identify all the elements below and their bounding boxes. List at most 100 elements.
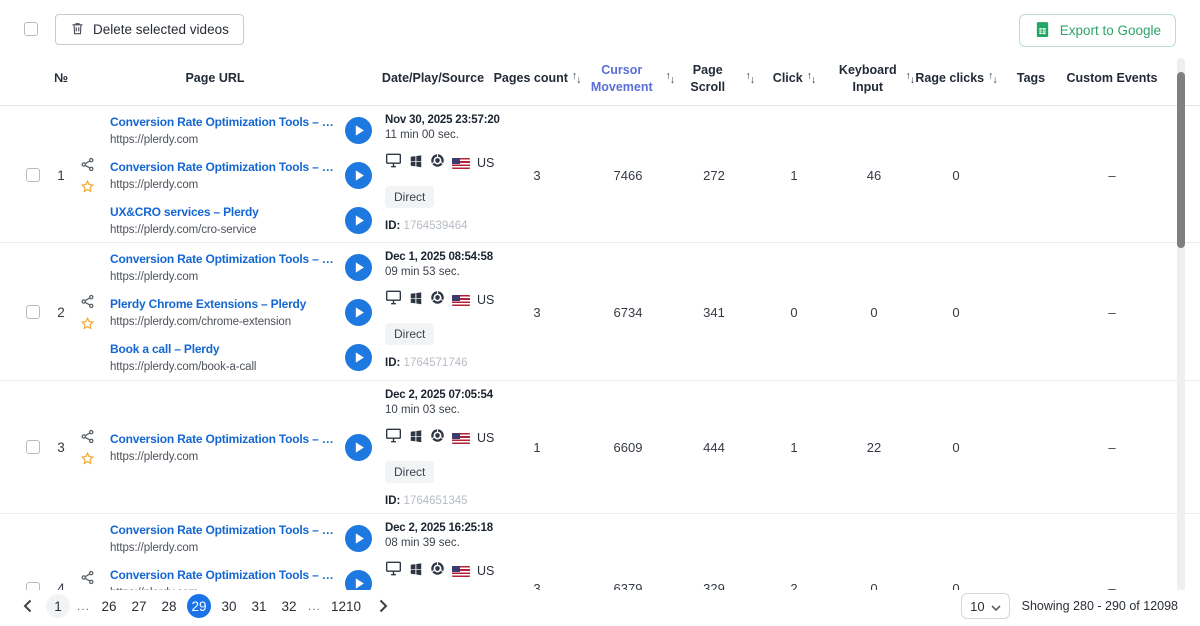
play-button[interactable] <box>345 117 372 144</box>
custom-events-value: – <box>1064 381 1160 513</box>
play-button[interactable] <box>345 299 372 326</box>
traffic-source-badge: Direct <box>385 186 434 208</box>
play-button[interactable] <box>345 434 372 461</box>
share-icon[interactable] <box>80 429 95 444</box>
device-desktop-icon <box>385 561 402 581</box>
play-button[interactable] <box>345 254 372 281</box>
video-sessions-page: Delete selected videos Export to Google … <box>0 0 1200 626</box>
page-link[interactable]: Conversion Rate Optimization Tools – Ple… <box>110 431 339 447</box>
play-button[interactable] <box>345 525 372 552</box>
page-button[interactable]: 28 <box>157 594 181 618</box>
share-icon[interactable] <box>80 294 95 309</box>
row-number: 3 <box>48 381 74 513</box>
export-to-google-button[interactable]: Export to Google <box>1019 14 1176 47</box>
play-button[interactable] <box>345 162 372 189</box>
previous-page-chevron[interactable] <box>16 595 38 617</box>
row-number: 1 <box>48 106 74 244</box>
page-button[interactable]: 1 <box>46 594 70 618</box>
star-icon[interactable] <box>80 316 95 331</box>
chevron-down-icon <box>991 599 1001 614</box>
ellipsis: ... <box>76 599 91 613</box>
page-size-select[interactable]: 10 <box>961 593 1009 619</box>
share-icon[interactable] <box>80 157 95 172</box>
table-row: 1 Conversion Rate Optimization Tools – P… <box>0 106 1200 243</box>
page-button[interactable]: 27 <box>127 594 151 618</box>
header-page-scroll[interactable]: Page Scroll↑↓ <box>674 52 754 105</box>
page-button[interactable]: 1210 <box>328 594 364 618</box>
page-link[interactable]: UX&CRO services – Plerdy <box>110 204 339 220</box>
page-entry: Plerdy Chrome Extensions – Plerdy https:/… <box>110 294 372 330</box>
sort-icon[interactable]: ↑↓ <box>746 73 755 84</box>
row-checkbox[interactable] <box>26 440 40 454</box>
header-rage-clicks[interactable]: Rage clicks↑↓ <box>914 52 998 105</box>
star-icon[interactable] <box>80 451 95 466</box>
us-flag-icon <box>452 158 470 169</box>
header-keyboard-input[interactable]: Keyboard Input↑↓ <box>834 52 914 105</box>
page-number-list: 1 ... 26 27 28 29 30 31 32 ... 1210 <box>46 594 364 618</box>
page-link[interactable]: Book a call – Plerdy <box>110 341 339 357</box>
device-desktop-icon <box>385 153 402 173</box>
sort-icon[interactable]: ↑↓ <box>807 73 816 84</box>
session-duration: 09 min 53 sec. <box>385 266 492 278</box>
header-pages-count[interactable]: Pages count↑↓ <box>492 52 582 105</box>
play-button[interactable] <box>345 344 372 371</box>
share-icon[interactable] <box>80 570 95 585</box>
tags-value <box>998 381 1064 513</box>
sort-icon[interactable]: ↑↓ <box>666 73 675 84</box>
page-link[interactable]: Conversion Rate Optimization Tools – Ple… <box>110 251 339 267</box>
page-button[interactable]: 32 <box>277 594 301 618</box>
session-duration: 08 min 39 sec. <box>385 537 492 549</box>
page-link[interactable]: Conversion Rate Optimization Tools – Ple… <box>110 522 339 538</box>
table-header: № Page URL Date/Play/Source Pages count↑… <box>0 52 1200 106</box>
page-url: https://plerdy.com/book-a-call <box>110 360 339 374</box>
page-url: https://plerdy.com/cro-service <box>110 223 339 237</box>
tags-value <box>998 106 1064 244</box>
page-entry: Conversion Rate Optimization Tools – Ple… <box>110 157 372 193</box>
page-scroll-value: 272 <box>674 106 754 244</box>
header-click[interactable]: Click↑↓ <box>754 52 834 105</box>
sort-icon[interactable]: ↑↓ <box>906 73 915 84</box>
session-meta: Dec 1, 2025 08:54:58 09 min 53 sec. US D… <box>374 243 492 381</box>
device-desktop-icon <box>385 290 402 310</box>
page-button[interactable]: 30 <box>217 594 241 618</box>
session-duration: 11 min 00 sec. <box>385 129 492 141</box>
page-link[interactable]: Plerdy Chrome Extensions – Plerdy <box>110 296 339 312</box>
sort-icon[interactable]: ↑↓ <box>572 73 581 84</box>
pages-count-value: 1 <box>492 381 582 513</box>
next-page-chevron[interactable] <box>372 595 394 617</box>
browser-chrome-icon <box>430 290 445 310</box>
google-sheets-icon <box>1034 21 1051 41</box>
page-url: https://plerdy.com <box>110 541 339 555</box>
page-button[interactable]: 31 <box>247 594 271 618</box>
header-checkbox-spacer <box>18 52 48 105</box>
page-url: https://plerdy.com/chrome-extension <box>110 315 339 329</box>
star-icon[interactable] <box>80 179 95 194</box>
current-page-button[interactable]: 29 <box>187 594 211 618</box>
page-entry: UX&CRO services – Plerdy https://plerdy.c… <box>110 202 372 238</box>
page-link[interactable]: Conversion Rate Optimization Tools – Ple… <box>110 159 339 175</box>
header-cursor-movement[interactable]: Cursor Movement↑↓ <box>582 52 674 105</box>
row-checkbox[interactable] <box>26 168 40 182</box>
select-all-checkbox[interactable] <box>24 22 38 36</box>
session-date: Dec 2, 2025 16:25:18 <box>385 522 492 534</box>
table-row: 3 Conversion Rate Optimization Tools – P… <box>0 381 1200 514</box>
page-size-value: 10 <box>970 599 984 614</box>
session-id-line: ID: 1764651345 <box>385 495 492 507</box>
scrollbar-thumb[interactable] <box>1177 72 1185 248</box>
page-entry: Book a call – Plerdy https://plerdy.com/b… <box>110 339 372 375</box>
row-checkbox[interactable] <box>26 305 40 319</box>
page-link[interactable]: Conversion Rate Optimization Tools – Ple… <box>110 567 339 583</box>
session-meta: Dec 2, 2025 07:05:54 10 min 03 sec. US D… <box>374 381 492 513</box>
delete-selected-button[interactable]: Delete selected videos <box>55 14 244 45</box>
session-meta: Nov 30, 2025 23:57:20 11 min 00 sec. US … <box>374 106 492 244</box>
page-url: https://plerdy.com <box>110 450 339 464</box>
session-duration: 10 min 03 sec. <box>385 404 492 416</box>
us-flag-icon <box>452 433 470 444</box>
os-windows-icon <box>409 154 423 173</box>
session-id-line: ID: 1764539464 <box>385 220 492 232</box>
pages-count-value: 3 <box>492 106 582 244</box>
page-button[interactable]: 26 <box>97 594 121 618</box>
play-button[interactable] <box>345 207 372 234</box>
sort-icon[interactable]: ↑↓ <box>988 73 997 84</box>
page-link[interactable]: Conversion Rate Optimization Tools – Ple… <box>110 114 339 130</box>
